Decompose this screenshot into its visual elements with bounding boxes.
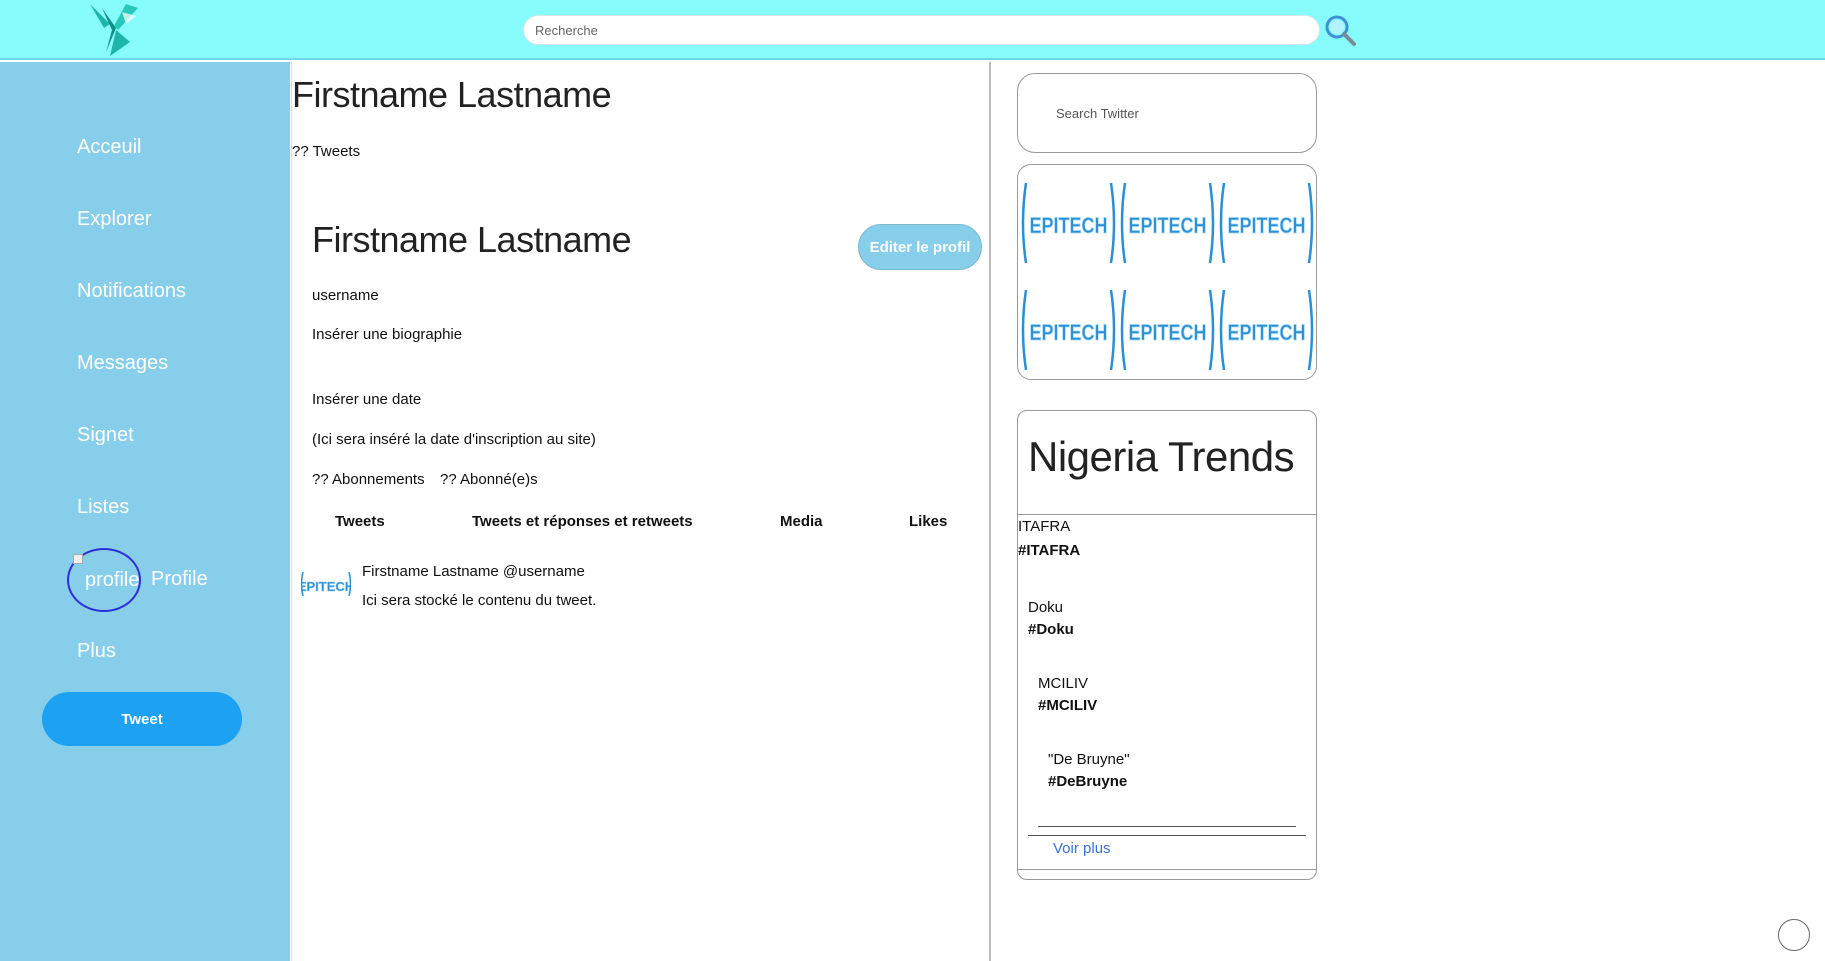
tweet-count: ?? Tweets [292,143,361,160]
trend-tag[interactable]: #ITAFRA [1018,542,1080,559]
epitech-logo-tile: EPITECH [1119,173,1216,273]
sidebar-item-notifications[interactable]: Notifications [77,280,186,303]
tab-likes[interactable]: Likes [909,513,947,530]
top-bar [0,0,1825,60]
epitech-logo-text: EPITECH [1030,320,1108,345]
edit-profile-button[interactable]: Editer le profil [858,224,982,270]
sidebar-item-plus[interactable]: Plus [77,640,116,663]
epitech-logo-text: EPITECH [1129,213,1207,238]
tweet-content: Ici sera stocké le contenu du tweet. [362,592,597,609]
see-more-link[interactable]: Voir plus [1053,840,1111,857]
divider [1018,514,1316,515]
epitech-logo-text: EPITECH [1030,213,1108,238]
profile-join-date: (Ici sera inséré la date d'inscription a… [312,431,596,448]
following-count[interactable]: ?? Abonnements [312,471,425,488]
trends-title: Nigeria Trends [1028,433,1295,480]
epitech-logo-text: EPITECH [1228,320,1306,345]
trend-tag[interactable]: #Doku [1028,621,1074,638]
epitech-logo-tile: EPITECH [1020,280,1117,379]
trend-name: Doku [1028,599,1064,616]
divider [1038,826,1296,827]
sidebar-item-listes[interactable]: Listes [77,496,129,519]
profile-name: Firstname Lastname [312,219,632,260]
search-twitter-input[interactable] [1017,73,1317,153]
followers-count[interactable]: ?? Abonné(e)s [440,471,538,488]
floating-circle-button[interactable] [1778,919,1810,951]
trends-panel: Nigeria Trends ITAFRA #ITAFRA Doku #Doku… [1017,410,1317,880]
sidebar-item-profile[interactable]: Profile [151,568,208,591]
twitter-x-logo-icon[interactable] [86,2,142,58]
sidebar-item-messages[interactable]: Messages [77,352,168,375]
epitech-logo-text: EPITECH [1228,213,1306,238]
epitech-logo-tile: EPITECH [1020,173,1117,273]
epitech-banner: EPITECH EPITECH EPITECH EPITECH EPITECH EPITE… [1017,164,1317,380]
page-title: Firstname Lastname [292,74,612,115]
tweet-avatar-epitech-logo: EPITECH [301,571,351,597]
tab-tweets[interactable]: Tweets [335,513,385,530]
sidebar-item-signet[interactable]: Signet [77,424,134,447]
tweet-author[interactable]: Firstname Lastname @username [362,563,585,580]
profile-bio: Insérer une biographie [312,326,463,343]
divider [1018,869,1316,870]
tab-tweets-replies[interactable]: Tweets et réponses et retweets [472,513,693,530]
tweet-button[interactable]: Tweet [42,692,242,746]
epitech-logo-tile: EPITECH [1218,280,1315,379]
epitech-logo-tile: EPITECH [1119,280,1216,379]
trend-tag[interactable]: #MCILIV [1038,697,1097,714]
tweet-avatar-logo-text: EPITECH [301,579,351,594]
avatar-alt-text: profile [85,569,140,591]
profile-column: Firstname Lastname ?? Tweets Firstname L… [291,62,991,961]
trend-name: MCILIV [1038,675,1089,692]
divider [1028,835,1306,836]
trend-tag[interactable]: #DeBruyne [1048,773,1127,790]
sidebar: Acceuil Explorer Notifications Messages … [0,62,290,961]
tab-media[interactable]: Media [780,513,823,530]
trend-name: ITAFRA [1018,518,1071,535]
profile-date: Insérer une date [312,391,422,408]
search-input[interactable] [523,15,1320,45]
sidebar-item-acceuil[interactable]: Acceuil [77,136,141,159]
sidebar-item-explorer[interactable]: Explorer [77,208,151,231]
broken-image-icon [73,554,83,564]
trend-name: "De Bruyne" [1048,751,1130,768]
epitech-logo-tile: EPITECH [1218,173,1315,273]
epitech-logo-text: EPITECH [1129,320,1207,345]
magnifier-icon[interactable] [1323,13,1357,47]
profile-username: username [312,287,379,304]
